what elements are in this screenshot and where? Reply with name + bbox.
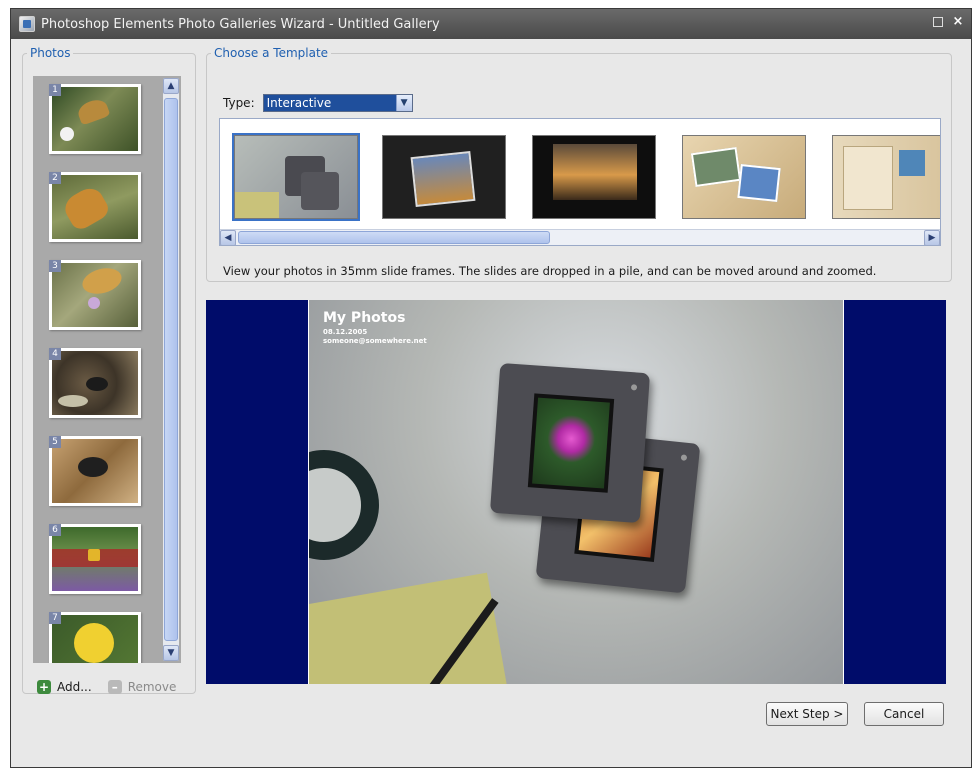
rose-shape: [74, 623, 114, 663]
remove-photos-button[interactable]: – Remove: [107, 680, 177, 694]
template-description: View your photos in 35mm slide frames. T…: [223, 264, 877, 278]
template-legend: Choose a Template: [214, 46, 329, 60]
butterfly-shape: [79, 264, 125, 298]
template-book[interactable]: [832, 135, 940, 219]
close-icon[interactable]: ×: [951, 15, 965, 29]
scroll-thumb[interactable]: [238, 231, 550, 244]
preview-date: 08.12.2005: [323, 328, 368, 336]
slide-photo: [532, 397, 610, 489]
slide-hole-icon: [680, 454, 688, 461]
photo-image: [52, 263, 138, 327]
photo-list[interactable]: 1 2 3 4 5 6 7 ▲ ▼: [33, 76, 181, 663]
book-photo-shape: [899, 150, 925, 176]
minus-icon: –: [107, 680, 122, 694]
type-label: Type:: [223, 96, 255, 110]
photo-number: 2: [49, 172, 61, 184]
preview-stage[interactable]: My Photos 08.12.2005 someone@somewhere.n…: [308, 300, 844, 684]
beetle-shape: [78, 457, 108, 477]
photo-image: [52, 439, 138, 503]
sunset-photo-shape: [553, 144, 637, 200]
template-sunset-viewer[interactable]: [532, 135, 656, 219]
photo-number: 1: [49, 84, 61, 96]
photo-number: 5: [49, 436, 61, 448]
add-photos-button[interactable]: + Add...: [37, 680, 92, 694]
window-title: Photoshop Elements Photo Galleries Wizar…: [41, 16, 440, 32]
template-dark-stack[interactable]: [382, 135, 506, 219]
photo-image: [52, 175, 138, 239]
photo-image: [52, 87, 138, 151]
slide-window: [527, 393, 615, 493]
photo-thumbnail-2[interactable]: 2: [49, 172, 141, 242]
collage-shape: [690, 146, 742, 188]
chevron-down-icon[interactable]: ▼: [395, 95, 412, 111]
flower-shape: [88, 297, 100, 309]
type-dropdown[interactable]: Interactive ▼: [262, 94, 413, 112]
photo-stack-shape: [410, 151, 476, 207]
maximize-icon[interactable]: [933, 17, 943, 27]
scroll-left-icon[interactable]: ◀: [220, 230, 236, 245]
lock-icon: [88, 549, 100, 561]
photo-number: 7: [49, 612, 61, 624]
photos-panel: Photos 1 2 3 4 5 6 7 ▲ ▼ + Add... – Remo…: [22, 46, 196, 694]
template-slide-frames[interactable]: [232, 133, 360, 221]
collage-shape: [737, 164, 781, 202]
film-reel-shape: [309, 450, 379, 560]
photos-legend: Photos: [30, 46, 71, 60]
butterfly-shape: [60, 183, 112, 233]
flower-shape: [60, 127, 74, 141]
paper-shape: [235, 192, 279, 218]
preview-email: someone@somewhere.net: [323, 337, 427, 345]
add-label: Add...: [57, 680, 92, 694]
book-page-shape: [843, 146, 893, 210]
photo-number: 6: [49, 524, 61, 536]
photo-thumbnail-3[interactable]: 3: [49, 260, 141, 330]
photo-thumbnail-1[interactable]: 1: [49, 84, 141, 154]
butterfly-shape: [75, 96, 111, 126]
remove-label: Remove: [127, 680, 177, 694]
photo-thumbnail-5[interactable]: 5: [49, 436, 141, 506]
slide-frame[interactable]: [489, 362, 651, 524]
beetle-shape: [86, 377, 108, 391]
app-icon: [19, 16, 35, 32]
photo-number: 3: [49, 260, 61, 272]
scroll-up-icon[interactable]: ▲: [163, 78, 179, 94]
photo-thumbnail-4[interactable]: 4: [49, 348, 141, 418]
photo-image: [52, 527, 138, 591]
photo-number: 4: [49, 348, 61, 360]
slide-frame-shape: [301, 172, 339, 210]
leaf-shape: [58, 395, 88, 407]
scroll-thumb[interactable]: [164, 98, 178, 641]
gallery-preview[interactable]: My Photos 08.12.2005 someone@somewhere.n…: [206, 300, 946, 684]
photo-list-scrollbar[interactable]: ▲ ▼: [163, 78, 179, 661]
type-value: Interactive: [266, 96, 332, 110]
template-carousel[interactable]: ◀ ▶: [219, 118, 941, 246]
photo-thumbnail-6[interactable]: 6: [49, 524, 141, 594]
scroll-down-icon[interactable]: ▼: [163, 645, 179, 661]
next-step-button[interactable]: Next Step >: [766, 702, 848, 726]
template-panel: Choose a Template Type: Interactive ▼ ◀ …: [206, 46, 952, 282]
template-scrollbar[interactable]: ◀ ▶: [220, 229, 940, 245]
photo-image: [52, 615, 138, 663]
slide-hole-icon: [630, 384, 638, 391]
plus-icon: +: [37, 680, 51, 694]
preview-title: My Photos: [323, 310, 406, 326]
cancel-button[interactable]: Cancel: [864, 702, 944, 726]
title-bar[interactable]: Photoshop Elements Photo Galleries Wizar…: [11, 9, 971, 39]
photo-thumbnail-7[interactable]: 7: [49, 612, 141, 663]
template-scrapbook[interactable]: [682, 135, 806, 219]
photo-image: [52, 351, 138, 415]
scroll-right-icon[interactable]: ▶: [924, 230, 940, 245]
